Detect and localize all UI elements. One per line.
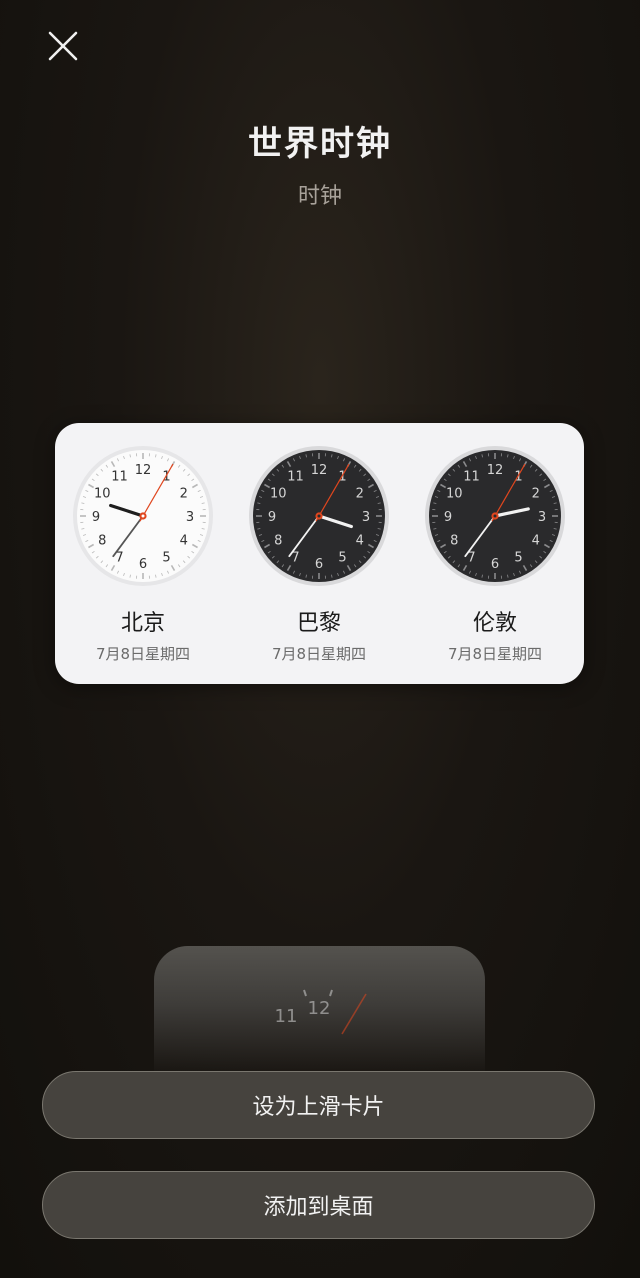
city-name: 伦敦	[472, 611, 517, 636]
dial-number: 2	[356, 487, 364, 502]
city-date: 7月8日星期四	[271, 645, 367, 663]
city-date: 7月8日星期四	[447, 645, 543, 663]
dial-number: 11	[111, 469, 128, 484]
dial-number: 5	[162, 551, 170, 566]
dial-number: 10	[270, 487, 287, 502]
clock-item-paris: 12 1 2 3 4 5 6 7 8 9 10 11 巴黎 7月8日星期四	[244, 443, 394, 664]
add-to-desktop-button[interactable]: 添加到桌面	[42, 1171, 595, 1239]
center-dot	[141, 514, 145, 518]
page-subtitle: 时钟	[297, 184, 342, 209]
dial-number: 1	[162, 469, 170, 484]
clock-face-beijing: 12 1234567891011	[73, 446, 213, 586]
city-date: 7月8日星期四	[95, 645, 191, 663]
dial-number: 6	[139, 557, 147, 572]
clock-item-beijing: 12 1 2 3 4 5 6 7 8 9 10 11 北京 7月8日星期四	[68, 443, 218, 664]
center-dot	[317, 514, 321, 518]
dial-number: 5	[338, 551, 346, 566]
dial-number: 12	[135, 463, 152, 478]
dial-number: 10	[446, 487, 463, 502]
city-name: 巴黎	[296, 611, 341, 636]
set-swipe-card-button[interactable]: 设为上滑卡片	[42, 1071, 595, 1139]
dial-number: 2	[180, 487, 188, 502]
dial-number: 4	[180, 534, 188, 549]
svg-text:12: 12	[308, 998, 331, 1019]
dial-number: 8	[274, 534, 282, 549]
clock-face-london: 12 1234567891011	[425, 446, 565, 586]
dial-number: 8	[98, 534, 106, 549]
center-dot	[493, 514, 497, 518]
city-name: 北京	[120, 611, 165, 636]
clock-face-paris: 12 1234567891011	[249, 446, 389, 586]
dial-number: 5	[514, 551, 522, 566]
dial-number: 9	[92, 510, 100, 525]
dial-number: 3	[538, 510, 546, 525]
dial-number: 3	[186, 510, 194, 525]
dial-number: 9	[268, 510, 276, 525]
clock-item-london: 12 1 2 3 4 5 6 7 8 9 10 11 伦敦 7月8日星期四	[420, 443, 570, 664]
dial-number: 6	[315, 557, 323, 572]
dial-number: 8	[450, 534, 458, 549]
world-clock-widget-preview[interactable]: 12 1 2 3 4 5 6 7 8 9 10 11 北京 7月8日星期四 12 1 2 3 4 5 6 7 8 9 10…	[55, 423, 584, 684]
page-title: 世界时钟	[248, 124, 392, 164]
close-icon	[48, 31, 78, 61]
svg-text:11: 11	[275, 1006, 298, 1027]
dial-number: 2	[532, 487, 540, 502]
dial-number: 4	[356, 534, 364, 549]
dial-number: 1	[514, 469, 522, 484]
stacked-card-preview: 12 11	[154, 946, 485, 1076]
dial-number: 12	[487, 463, 504, 478]
dial-number: 9	[444, 510, 452, 525]
dial-number: 10	[94, 487, 111, 502]
close-button[interactable]	[40, 26, 86, 66]
dial-number: 1	[338, 469, 346, 484]
dial-number: 11	[463, 469, 480, 484]
dial-number: 11	[287, 469, 304, 484]
dial-number: 12	[311, 463, 328, 478]
ghost-clock-icon: 12 11	[275, 989, 367, 1035]
dial-number: 3	[362, 510, 370, 525]
dial-number: 4	[532, 534, 540, 549]
dial-number: 6	[491, 557, 499, 572]
